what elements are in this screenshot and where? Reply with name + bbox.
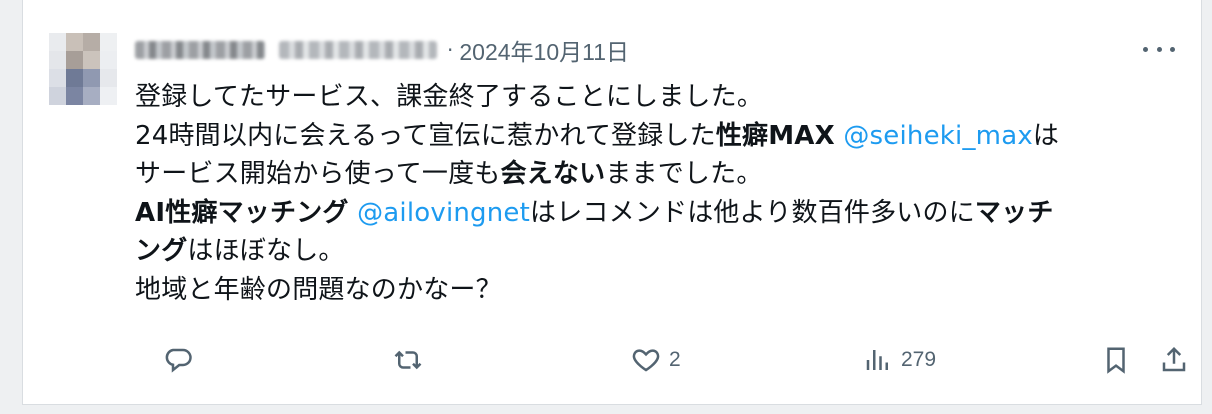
text-segment: 登録してたサービス、課金終了することにしました。: [135, 82, 764, 112]
mention-link[interactable]: @ailovingnet: [357, 198, 530, 228]
text-segment: はレコメンドは他より数百件多いのに: [530, 197, 975, 228]
text-segment: ままでした。: [605, 159, 763, 190]
mention-link[interactable]: @seiheki_max: [843, 121, 1033, 151]
text-segment: サービス開始から使って一度も: [135, 159, 501, 190]
share-icon: [1162, 346, 1186, 372]
text-space: [349, 198, 357, 228]
tweet-card[interactable]: · 2024年10月11日 登録してたサービス、課金終了することにしました。 2…: [22, 0, 1202, 405]
views-count: 279: [901, 348, 937, 371]
text-segment: はほぼなし。: [187, 236, 345, 267]
heart-icon: [632, 349, 660, 372]
separator-dot: ·: [447, 38, 454, 62]
bold-text: マッチ: [974, 197, 1054, 228]
share-button[interactable]: [1159, 340, 1189, 380]
tweet-line: 登録してたサービス、課金終了することにしました。: [135, 78, 1185, 117]
bold-text: ング: [135, 236, 188, 267]
tweet-line: ングはほぼなし。: [135, 232, 1185, 271]
author-handle-redacted[interactable]: [279, 41, 437, 59]
reply-icon: [165, 348, 192, 373]
bookmark-button[interactable]: [1101, 340, 1131, 380]
tweet-actions: 2 279: [135, 340, 1195, 380]
retweet-icon: [394, 350, 422, 370]
tweet-line: サービス開始から使って一度も会えないままでした。: [135, 155, 1185, 194]
text-segment: は: [1032, 120, 1060, 151]
views-button[interactable]: 279: [863, 340, 936, 380]
tweet-header: · 2024年10月11日: [135, 33, 629, 67]
author-name-redacted[interactable]: [135, 41, 265, 59]
tweet-line: 24時間以内に会えるって宣伝に惹かれて登録した性癖MAX @seiheki_ma…: [135, 117, 1185, 156]
views-icon: [866, 350, 888, 370]
bold-text: 会えない: [500, 159, 606, 190]
like-button[interactable]: 2: [631, 340, 681, 380]
reply-button[interactable]: [163, 340, 201, 380]
tweet-text: 登録してたサービス、課金終了することにしました。 24時間以内に会えるって宣伝に…: [135, 78, 1185, 310]
bookmark-icon: [1107, 347, 1125, 374]
tweet-date[interactable]: 2024年10月11日: [459, 33, 629, 67]
text-segment: 24時間以内に会えるって宣伝に惹かれて登録した: [135, 120, 716, 151]
hashtag-bold-text: 性癖MAX: [715, 120, 835, 151]
more-options-icon[interactable]: [1143, 42, 1175, 56]
avatar[interactable]: [49, 33, 117, 105]
tweet-line: AI性癖マッチング @ailovingnetはレコメンドは他より数百件多いのにマ…: [135, 194, 1185, 233]
retweet-button[interactable]: [393, 340, 431, 380]
tweet-line: 地域と年齢の問題なのかなー？: [135, 271, 1185, 310]
text-segment: 地域と年齢の問題なのかなー？: [135, 274, 502, 305]
like-count: 2: [669, 348, 681, 371]
bold-text: AI性癖マッチング: [135, 197, 349, 228]
